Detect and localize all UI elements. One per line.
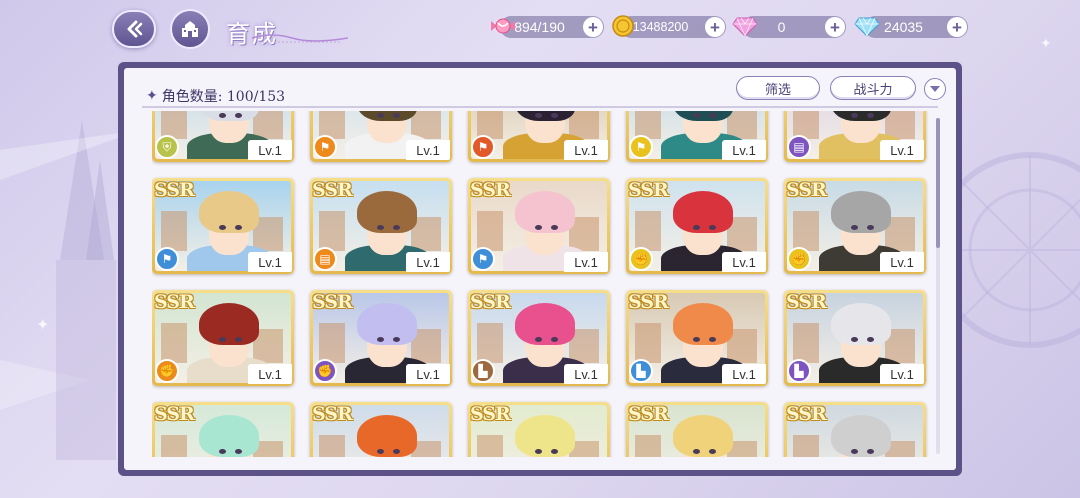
level-label: Lv.1	[248, 252, 292, 272]
back-arrow-icon	[127, 20, 143, 38]
rarity-badge: SSR	[786, 291, 827, 313]
level-label: Lv.1	[880, 140, 924, 160]
character-grid: ⛨ Lv.1 ⚑ Lv.1 ⚑ Lv.1 ⚑ Lv.1 ▤ Lv.1 SSR ⚑ Lv.1 SSR ▤ Lv.…	[152, 111, 926, 457]
character-card[interactable]: SSR ▙ Lv.1	[784, 290, 926, 386]
character-card[interactable]: SSR ✊ Lv.1	[626, 178, 768, 274]
rarity-badge: SSR	[154, 403, 195, 425]
flag-icon: ⚑	[471, 247, 495, 271]
rarity-badge: SSR	[154, 291, 195, 313]
rarity-badge: SSR	[628, 403, 669, 425]
character-card[interactable]: SSR ✊ Lv.1	[152, 290, 294, 386]
add-coin-button[interactable]: +	[705, 17, 725, 37]
character-card[interactable]: ⚑ Lv.1	[310, 111, 452, 162]
rarity-badge: SSR	[470, 179, 511, 201]
character-panel: ✦ 角色数量: 100/153 筛选 战斗力 ⛨ Lv.1 ⚑ Lv.1 ⚑ Lv.1 ⚑ L…	[118, 62, 962, 476]
flag-icon: ⚑	[313, 135, 337, 159]
add-blue-diamond-button[interactable]: +	[947, 17, 967, 37]
title-flourish-decoration	[252, 34, 348, 43]
flag-icon: ⚑	[629, 135, 653, 159]
add-pink-diamond-button[interactable]: +	[825, 17, 845, 37]
character-count: ✦ 角色数量: 100/153	[146, 86, 285, 106]
level-label: Lv.1	[406, 364, 450, 384]
level-label: Lv.1	[722, 140, 766, 160]
character-panel-inner: ✦ 角色数量: 100/153 筛选 战斗力 ⛨ Lv.1 ⚑ Lv.1 ⚑ Lv.1 ⚑ L…	[124, 68, 956, 470]
character-card[interactable]: SSR ⚑ Lv.1	[152, 178, 294, 274]
level-label: Lv.1	[564, 364, 608, 384]
character-card[interactable]: ▤ Lv.1	[784, 111, 926, 162]
boot-icon: ▙	[629, 359, 653, 383]
character-card[interactable]: SSR⚑Lv.1	[468, 402, 610, 457]
shield-icon: ⛨	[155, 135, 179, 159]
sparkle-icon: ✦	[146, 88, 158, 104]
pink-diamond-icon	[730, 11, 760, 41]
level-label: Lv.1	[722, 364, 766, 384]
character-card[interactable]: SSR ✊ Lv.1	[310, 290, 452, 386]
sort-power-button[interactable]: 战斗力	[830, 76, 916, 100]
flag-icon: ⚑	[471, 135, 495, 159]
add-candy-button[interactable]: +	[583, 17, 603, 37]
level-label: Lv.1	[722, 252, 766, 272]
sort-order-button[interactable]	[924, 78, 946, 100]
character-card[interactable]: ⛨ Lv.1	[152, 111, 294, 162]
character-card[interactable]: ⚑ Lv.1	[626, 111, 768, 162]
rarity-badge: SSR	[786, 403, 827, 425]
resource-blue-diamond: 24035 +	[854, 16, 968, 38]
character-card[interactable]: SSR ✊ Lv.1	[784, 178, 926, 274]
rarity-badge: SSR	[470, 291, 511, 313]
candy-icon	[488, 11, 518, 41]
scrollbar[interactable]	[936, 118, 940, 454]
level-label: Lv.1	[406, 252, 450, 272]
level-label: Lv.1	[406, 140, 450, 160]
resource-candy: 894/190 +	[491, 16, 604, 38]
character-card[interactable]: SSR ▤ Lv.1	[310, 178, 452, 274]
rarity-badge: SSR	[312, 179, 353, 201]
character-card[interactable]: SSR ▙ Lv.1	[626, 290, 768, 386]
character-card[interactable]: SSR✊Lv.1	[310, 402, 452, 457]
blue-diamond-icon	[852, 11, 882, 41]
rarity-badge: SSR	[312, 403, 353, 425]
level-label: Lv.1	[564, 252, 608, 272]
level-label: Lv.1	[248, 364, 292, 384]
scrollbar-thumb[interactable]	[936, 118, 940, 248]
book-icon: ▤	[313, 247, 337, 271]
character-card[interactable]: SSR✊Lv.1	[784, 402, 926, 457]
fist-icon: ✊	[629, 247, 653, 271]
rarity-badge: SSR	[154, 179, 195, 201]
level-label: Lv.1	[880, 364, 924, 384]
resource-pink-diamond: 0 +	[732, 16, 846, 38]
fist-icon: ✊	[787, 247, 811, 271]
book-icon: ▤	[787, 135, 811, 159]
character-card[interactable]: SSR⚑Lv.1	[152, 402, 294, 457]
fist-icon: ✊	[155, 359, 179, 383]
flag-icon: ⚑	[155, 247, 179, 271]
level-label: Lv.1	[248, 140, 292, 160]
character-card[interactable]: SSR ▙ Lv.1	[468, 290, 610, 386]
boot-icon: ▙	[471, 359, 495, 383]
level-label: Lv.1	[880, 252, 924, 272]
character-grid-viewport[interactable]: ⛨ Lv.1 ⚑ Lv.1 ⚑ Lv.1 ⚑ Lv.1 ▤ Lv.1 SSR ⚑ Lv.1 SSR ▤ Lv.…	[152, 111, 932, 457]
chevron-down-icon	[930, 86, 940, 92]
resource-coin: 13488200 +	[612, 15, 726, 38]
gold-coin-icon	[608, 11, 638, 41]
svg-text:✦: ✦	[36, 315, 49, 334]
rarity-badge: SSR	[628, 291, 669, 313]
rarity-badge: SSR	[470, 403, 511, 425]
fist-icon: ✊	[313, 359, 337, 383]
rarity-badge: SSR	[312, 291, 353, 313]
character-count-text: 角色数量: 100/153	[161, 89, 286, 105]
boot-icon: ▙	[787, 359, 811, 383]
level-label: Lv.1	[564, 140, 608, 160]
rarity-badge: SSR	[628, 179, 669, 201]
character-card[interactable]: SSR ⚑ Lv.1	[468, 178, 610, 274]
rarity-badge: SSR	[786, 179, 827, 201]
top-bar: 育成 894/190 + 13488200 + 0 + 24035 +	[0, 0, 1080, 58]
header-divider	[142, 106, 938, 108]
filter-button[interactable]: 筛选	[736, 76, 820, 100]
character-card[interactable]: ⚑ Lv.1	[468, 111, 610, 162]
back-button[interactable]	[112, 10, 156, 48]
home-button[interactable]	[170, 9, 210, 49]
castle-icon	[182, 21, 198, 37]
character-card[interactable]: SSR✊Lv.1	[626, 402, 768, 457]
